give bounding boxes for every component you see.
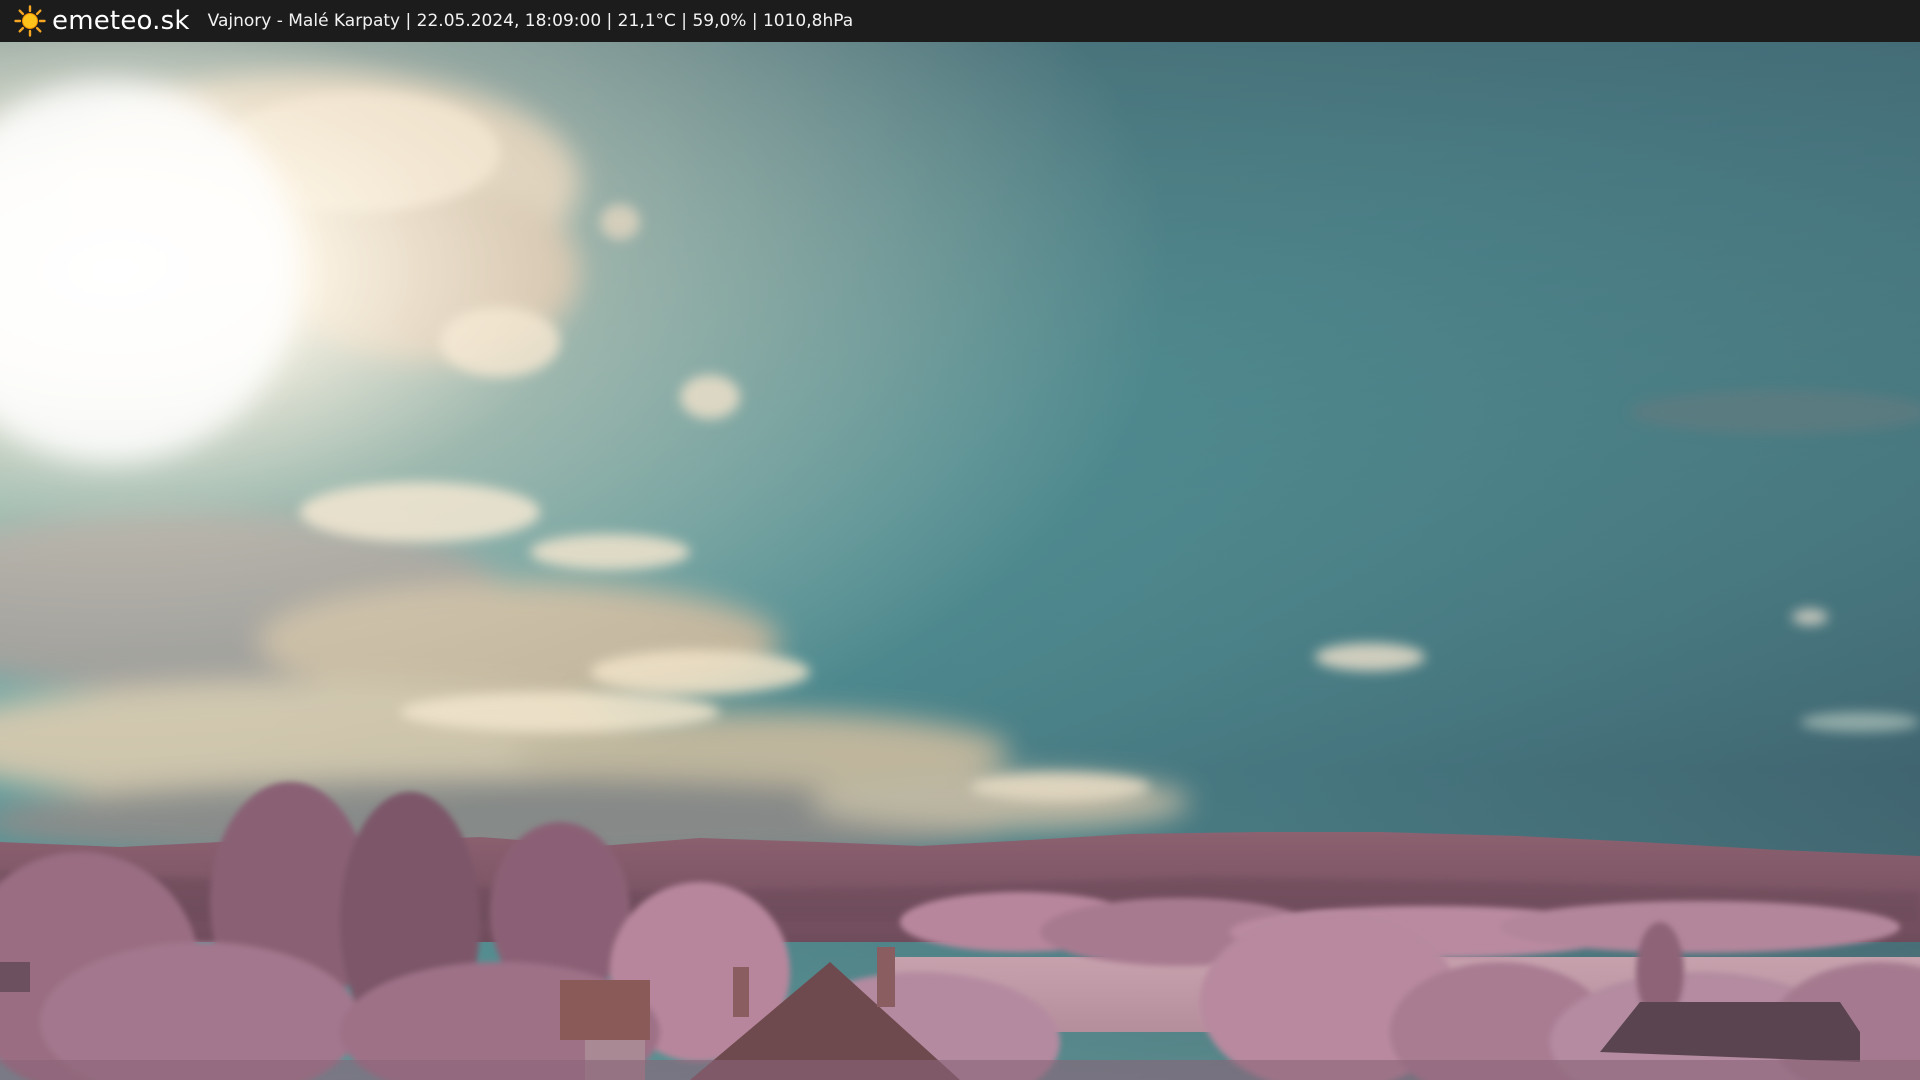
top-bar: emeteo.sk Vajnory - Malé Karpaty | 22.05…: [0, 0, 1920, 42]
sun-icon: [14, 5, 46, 37]
webcam-image: [0, 42, 1920, 1080]
site-logo[interactable]: emeteo.sk: [14, 5, 190, 37]
brand-name: emeteo.sk: [52, 6, 190, 36]
weather-caption: Vajnory - Malé Karpaty | 22.05.2024, 18:…: [207, 11, 854, 31]
